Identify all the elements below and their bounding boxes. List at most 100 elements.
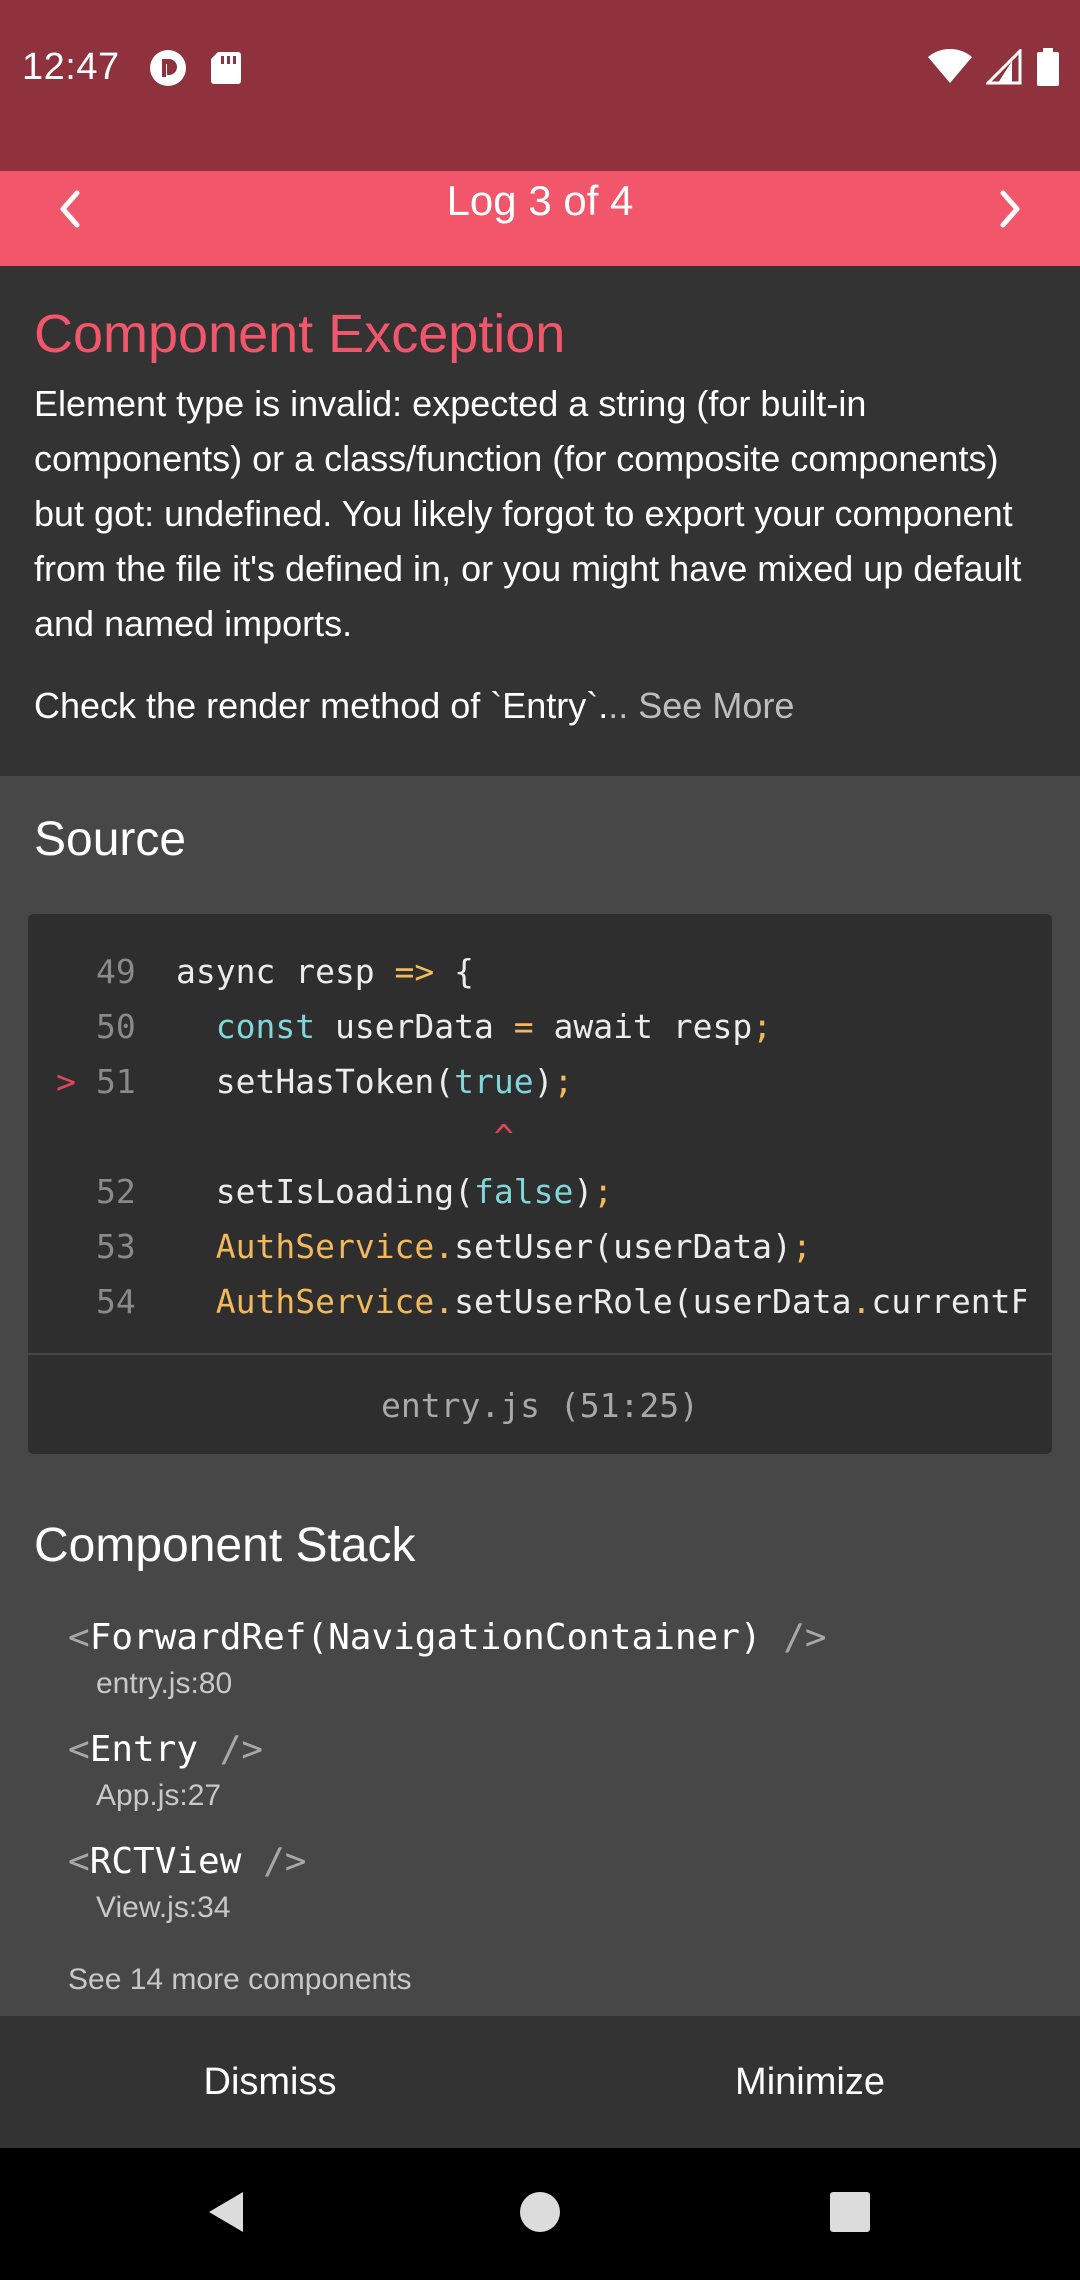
code-token: . [434,1227,455,1266]
status-bar: 12:47 [0,0,1080,171]
open-bracket: < [68,1617,90,1658]
line-number: 51 [96,1062,136,1101]
stack-frame-name: <RCTView /> [68,1836,1068,1888]
footer-actions: Dismiss Minimize [0,2016,1080,2148]
stack-frame[interactable]: <RCTView /> View.js:34 [68,1836,1068,1948]
code-token: setUser(userData) [454,1227,792,1266]
code-text: async resp => { [176,944,1026,999]
code-text: ^ [176,1109,1026,1164]
chevron-right-icon [995,187,1025,236]
code-token: ) [533,1062,554,1101]
line-number: 54 [96,1282,136,1321]
code-token: AuthService [215,1227,435,1266]
back-triangle-icon [205,2189,247,2240]
stack-frame-name: <ForwardRef(NavigationContainer) /> [68,1612,1068,1664]
code-line: ^ [28,1109,1052,1164]
code-token: ; [791,1227,812,1266]
code-token: true [454,1062,534,1101]
code-token: setIsLoading( [176,1172,475,1211]
close-bracket: /> [241,1841,307,1882]
code-token: userData [315,1007,514,1046]
dismiss-button[interactable]: Dismiss [0,2016,540,2148]
check-render-text: Check the render method of `Entry`. [34,685,609,726]
code-token: => [394,952,435,991]
recents-button[interactable] [790,2148,910,2280]
stack-frame-name: <Entry /> [68,1724,1068,1776]
error-check-text: Check the render method of `Entry`... Se… [34,683,1046,729]
code-token: AuthService [215,1282,435,1321]
code-token: = [513,1007,534,1046]
code-line: >51 setHasToken(true); [28,1054,1052,1109]
cell-signal-icon [984,47,1022,90]
code-token: await resp [533,1007,753,1046]
minimize-button[interactable]: Minimize [540,2016,1080,2148]
code-line: 50 const userData = await resp; [28,999,1052,1054]
open-bracket: < [68,1841,90,1882]
error-caret: ^ [176,1117,514,1156]
close-bracket: /> [761,1617,827,1658]
sd-card-icon [210,50,242,91]
code-file-location[interactable]: entry.js (51:25) [28,1353,1052,1454]
component-name: RCTView [89,1841,242,1882]
component-name: Entry [89,1729,199,1770]
code-line: 53 AuthService.setUser(userData); [28,1219,1052,1274]
stack-frame-file: entry.js:80 [96,1667,233,1700]
line-number: 53 [96,1227,136,1266]
code-token: currentF [871,1282,1026,1321]
code-line: 52 setIsLoading(false); [28,1164,1052,1219]
log-title: Log 3 of 4 [446,177,634,224]
line-number: 49 [96,952,136,991]
code-lines: 49 async resp => {50 const userData = awa… [28,944,1052,1329]
code-text: const userData = await resp; [176,999,1026,1054]
error-line-marker: > [56,1062,76,1101]
log-navigation-header: Log 3 of 4 [0,171,1080,266]
source-heading: Source [34,813,187,866]
code-token: setHasToken( [176,1062,455,1101]
stack-frame[interactable]: <Entry /> App.js:27 [68,1724,1068,1836]
code-text: setHasToken(true); [176,1054,1026,1109]
code-token: ; [553,1062,574,1101]
see-more-components-link[interactable]: See 14 more components [68,1963,412,1997]
back-button[interactable] [166,2148,286,2280]
line-number: 52 [96,1172,136,1211]
home-circle-icon [518,2190,562,2239]
stack-frame-file: View.js:34 [96,1891,231,1924]
error-section: Component Exception Element type is inva… [0,266,1080,776]
recents-square-icon [829,2191,871,2238]
notification-badge-icon [148,48,188,93]
code-line: 54 AuthService.setUserRole(userData.curr… [28,1274,1052,1329]
line-number: 50 [96,1007,136,1046]
code-token: false [474,1172,574,1211]
code-line: 49 async resp => { [28,944,1052,999]
code-token: ; [593,1172,614,1211]
code-text: AuthService.setUser(userData); [176,1219,1026,1274]
open-bracket: < [68,1729,90,1770]
next-log-button[interactable] [955,171,1065,266]
see-more-link[interactable]: .. See More [608,685,794,726]
status-time: 12:47 [22,46,120,88]
system-navigation-bar [0,2148,1080,2280]
stack-frame-file: App.js:27 [96,1779,222,1812]
error-message: Element type is invalid: expected a stri… [34,383,1022,644]
stack-frame[interactable]: <ForwardRef(NavigationContainer) /> entry… [68,1612,1068,1724]
code-frame: 49 async resp => {50 const userData = awa… [28,914,1052,1454]
code-token: const [215,1007,316,1046]
code-text: setIsLoading(false); [176,1164,1026,1219]
code-token: { [434,952,475,991]
code-token: ; [752,1007,773,1046]
code-text: AuthService.setUserRole(userData.current… [176,1274,1026,1329]
code-token: ) [573,1172,594,1211]
error-title: Component Exception [34,304,566,364]
component-stack-list: <ForwardRef(NavigationContainer) /> entry… [68,1612,1068,1948]
battery-icon [1036,48,1060,91]
home-button[interactable] [480,2148,600,2280]
code-token: . [434,1282,455,1321]
component-stack-heading: Component Stack [34,1519,416,1572]
code-token: . [851,1282,872,1321]
component-name: ForwardRef(NavigationContainer) [89,1617,762,1658]
wifi-icon [928,48,972,90]
code-token: setUserRole(userData [454,1282,852,1321]
